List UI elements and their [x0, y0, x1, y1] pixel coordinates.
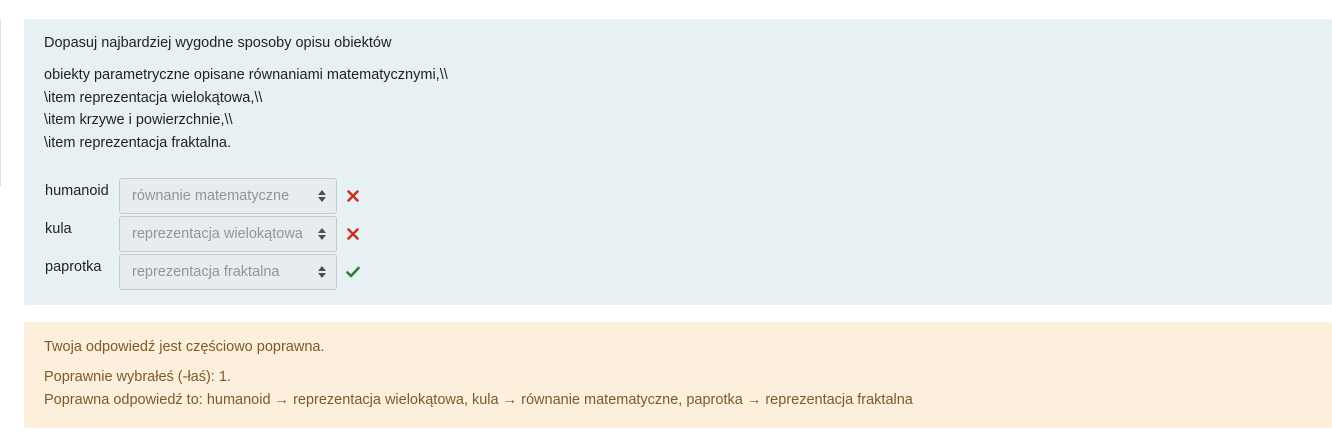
- feedback-correct-count: Poprawnie wybrałeś (-łaś): 1.: [44, 369, 231, 385]
- feedback-correct-answer: Poprawna odpowiedź to: humanoid → reprez…: [44, 391, 913, 408]
- answer-list: humanoid równanie matematyczne kula repr…: [44, 178, 1312, 292]
- cross-icon: [343, 178, 363, 214]
- select-caret-icon: [318, 228, 326, 240]
- feedback-status: Twoja odpowiedź jest częściowo poprawna.: [44, 339, 325, 355]
- question-panel: Dopasuj najbardziej wygodne sposoby opis…: [24, 19, 1332, 305]
- feedback-panel: Twoja odpowiedź jest częściowo poprawna.…: [24, 322, 1332, 428]
- answer-label: kula: [45, 221, 72, 237]
- answer-row-kula: kula reprezentacja wielokątowa: [44, 216, 1312, 254]
- question-text-line: \item reprezentacja fraktalna.: [44, 134, 231, 151]
- question-title: Dopasuj najbardziej wygodne sposoby opis…: [44, 35, 392, 51]
- question-text-line: \item krzywe i powierzchnie,\\: [44, 112, 233, 128]
- answer-select-value: reprezentacja wielokątowa: [132, 226, 303, 242]
- question-text-line: obiekty parametryczne opisane równaniami…: [44, 67, 448, 83]
- question-text-line: \item reprezentacja wielokątowa,\\: [44, 89, 263, 106]
- answer-select[interactable]: równanie matematyczne: [119, 178, 337, 214]
- answer-label: paprotka: [45, 259, 102, 275]
- left-border: [0, 19, 1, 186]
- answer-row-humanoid: humanoid równanie matematyczne: [44, 178, 1312, 216]
- question-text: obiekty parametryczne opisane równaniami…: [44, 64, 1312, 154]
- answer-label: humanoid: [45, 183, 109, 199]
- answer-select-value: równanie matematyczne: [132, 188, 290, 204]
- cross-icon: [343, 216, 363, 252]
- answer-select[interactable]: reprezentacja wielokątowa: [119, 216, 337, 252]
- check-icon: [343, 254, 363, 290]
- select-caret-icon: [318, 190, 326, 202]
- answer-select-value: reprezentacja fraktalna: [132, 264, 280, 280]
- answer-row-paprotka: paprotka reprezentacja fraktalna: [44, 254, 1312, 292]
- select-caret-icon: [318, 266, 326, 278]
- answer-select[interactable]: reprezentacja fraktalna: [119, 254, 337, 290]
